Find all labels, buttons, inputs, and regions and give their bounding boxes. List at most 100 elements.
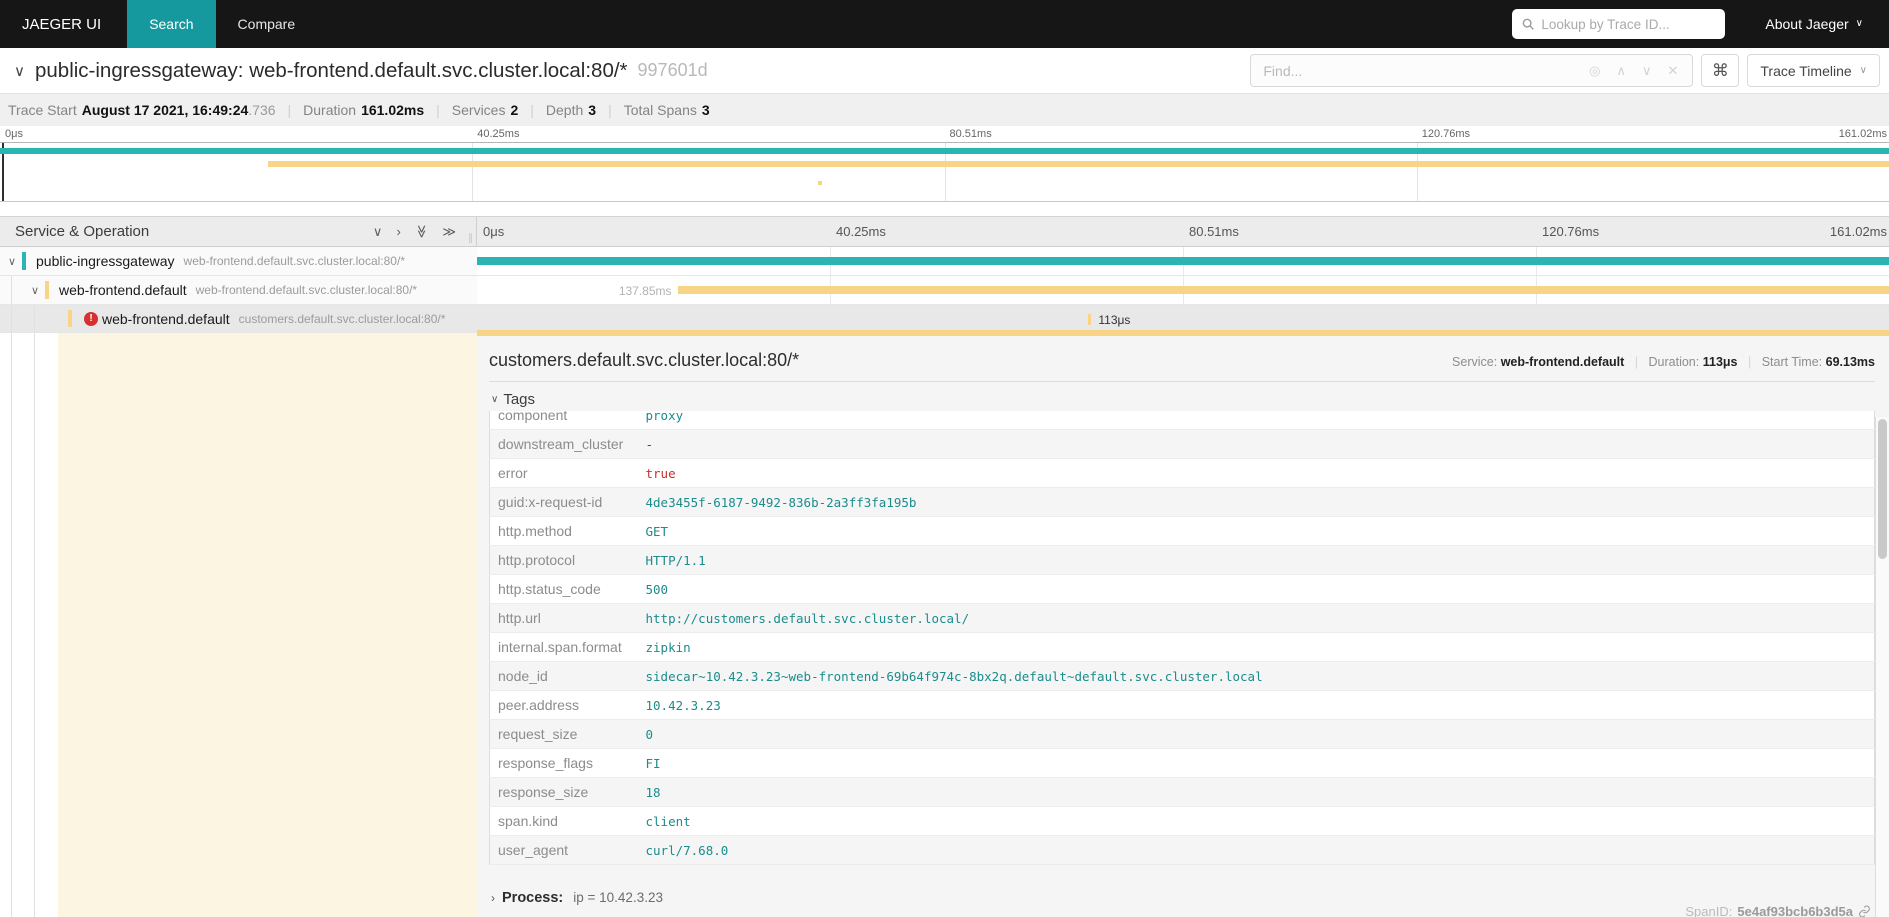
span-detail-indent [0, 333, 477, 917]
column-resize-grip[interactable]: ∥ [468, 233, 474, 244]
minimap-span-bar [268, 161, 1889, 167]
tick-label: 120.76ms [1422, 128, 1470, 140]
chevron-down-icon: ∨ [1860, 66, 1867, 76]
match-locate-icon[interactable]: ◎ [1589, 63, 1600, 79]
trace-minimap[interactable] [0, 142, 1889, 202]
service-operation-header: Service & Operation [15, 223, 373, 240]
span-expander-icon[interactable]: ∨ [8, 255, 16, 268]
app-brand: JAEGER UI [0, 0, 127, 48]
tag-key: response_flags [490, 749, 638, 778]
minimap-span-bar [0, 148, 1889, 154]
services-value: 2 [510, 102, 518, 118]
timeline-gridline [1183, 305, 1184, 330]
keyboard-shortcuts-button[interactable]: ⌘ [1701, 54, 1739, 87]
depth-label: Depth [546, 102, 583, 118]
span-duration-bar[interactable] [477, 257, 1889, 265]
subtree-highlight-column[interactable] [58, 333, 477, 917]
process-section-toggle[interactable]: › Process: ip = 10.42.3.23 [491, 890, 1875, 906]
tag-value: GET [638, 517, 1875, 546]
trace-summary-bar: Trace Start August 17 2021, 16:49:24.736… [0, 93, 1889, 126]
nav-tabs: SearchCompare [127, 0, 317, 48]
span-color-bar [45, 281, 49, 299]
tag-key: component [490, 411, 638, 430]
indent-guide [34, 305, 35, 332]
span-timeline-cell[interactable] [477, 247, 1889, 275]
trace-view-select[interactable]: Trace Timeline ∨ [1747, 54, 1880, 87]
tag-key: request_size [490, 720, 638, 749]
tag-key: user_agent [490, 836, 638, 865]
collapse-one-icon[interactable]: ∨ [373, 225, 383, 238]
indent-guide [11, 305, 12, 332]
span-row: ∨web-frontend.defaultweb-frontend.defaul… [0, 276, 1889, 305]
tag-row[interactable]: internal.span.formatzipkin [490, 633, 1875, 662]
span-color-bar [22, 252, 26, 270]
match-next-icon[interactable]: ∨ [1642, 63, 1652, 79]
collapse-trace-icon[interactable]: ∨ [14, 62, 25, 80]
tag-value: 4de3455f-6187-9492-836b-2a3ff3fa195b [638, 488, 1875, 517]
span-name-cell[interactable]: ∨public-ingressgatewayweb-frontend.defau… [0, 247, 477, 275]
nav-tab-search[interactable]: Search [127, 0, 215, 48]
find-input[interactable] [1251, 63, 1575, 79]
tag-key: peer.address [490, 691, 638, 720]
trace-id-lookup-input[interactable] [1541, 17, 1716, 32]
tag-row[interactable]: http.methodGET [490, 517, 1875, 546]
expand-one-icon[interactable]: › [396, 225, 400, 238]
tag-row[interactable]: http.protocolHTTP/1.1 [490, 546, 1875, 575]
clear-find-icon[interactable]: ✕ [1667, 63, 1678, 79]
tag-row[interactable]: user_agentcurl/7.68.0 [490, 836, 1875, 865]
tag-key: downstream_cluster [490, 430, 638, 459]
tag-row[interactable]: request_size0 [490, 720, 1875, 749]
duration-value: 161.02ms [361, 102, 424, 118]
span-detail-row: customers.default.svc.cluster.local:80/*… [0, 333, 1889, 917]
tag-value: http://customers.default.svc.cluster.loc… [638, 604, 1875, 633]
span-timeline-cell[interactable]: 113μs [477, 305, 1889, 333]
detail-service-value: web-frontend.default [1501, 355, 1625, 369]
match-prev-icon[interactable]: ∧ [1616, 63, 1626, 79]
trace-id-lookup[interactable] [1512, 9, 1725, 39]
chevron-right-icon: › [491, 892, 495, 904]
span-id-label: SpanID: [1685, 904, 1732, 917]
tags-table: componentproxydownstream_cluster-errortr… [489, 411, 1875, 865]
detail-duration-value: 113μs [1703, 355, 1738, 369]
tag-row[interactable]: node_idsidecar~10.42.3.23~web-frontend-6… [490, 662, 1875, 691]
collapse-all-icon[interactable]: ≫ [415, 225, 428, 239]
span-duration-bar[interactable] [678, 286, 1889, 294]
trace-start-ms: .736 [248, 102, 275, 118]
tag-row[interactable]: errortrue [490, 459, 1875, 488]
search-icon [1521, 17, 1535, 31]
span-name-cell[interactable]: !web-frontend.defaultcustomers.default.s… [0, 305, 477, 332]
indent-guide [11, 276, 12, 304]
tag-row[interactable]: downstream_cluster- [490, 430, 1875, 459]
error-icon: ! [84, 312, 98, 326]
tag-row[interactable]: response_size18 [490, 778, 1875, 807]
span-expander-icon[interactable]: ∨ [31, 284, 39, 297]
total-spans-label: Total Spans [624, 102, 697, 118]
tag-row[interactable]: response_flagsFI [490, 749, 1875, 778]
services-label: Services [452, 102, 506, 118]
tag-row[interactable]: peer.address10.42.3.23 [490, 691, 1875, 720]
expand-all-icon[interactable]: ≫ [442, 225, 456, 238]
span-operation-name: web-frontend.default.svc.cluster.local:8… [184, 254, 405, 268]
tag-row[interactable]: http.urlhttp://customers.default.svc.clu… [490, 604, 1875, 633]
tag-value: proxy [638, 411, 1875, 430]
total-spans-value: 3 [702, 102, 710, 118]
tags-section-toggle[interactable]: ∨ Tags [491, 391, 1875, 408]
tag-row[interactable]: componentproxy [490, 411, 1875, 430]
tag-row[interactable]: span.kindclient [490, 807, 1875, 836]
tag-row[interactable]: guid:x-request-id4de3455f-6187-9492-836b… [490, 488, 1875, 517]
span-timeline-cell[interactable]: 137.85ms [477, 276, 1889, 304]
tag-row[interactable]: http.status_code500 [490, 575, 1875, 604]
about-jaeger-menu[interactable]: About Jaeger ∨ [1765, 16, 1863, 32]
timeline-gridline [830, 305, 831, 330]
span-duration-tick[interactable] [1088, 314, 1091, 325]
tick-label: 40.25ms [477, 128, 519, 140]
detail-scrollbar[interactable] [1875, 417, 1889, 917]
nav-tab-compare[interactable]: Compare [216, 0, 318, 48]
timeline-tick-labels: 0μs40.25ms80.51ms120.76ms161.02ms [477, 217, 1889, 246]
tags-table-viewport[interactable]: componentproxydownstream_cluster-errortr… [489, 411, 1875, 865]
link-icon[interactable] [1858, 905, 1871, 917]
scrollbar-thumb[interactable] [1878, 419, 1887, 559]
span-operation-name: web-frontend.default.svc.cluster.local:8… [196, 283, 417, 297]
tag-key: response_size [490, 778, 638, 807]
span-name-cell[interactable]: ∨web-frontend.defaultweb-frontend.defaul… [0, 276, 477, 304]
